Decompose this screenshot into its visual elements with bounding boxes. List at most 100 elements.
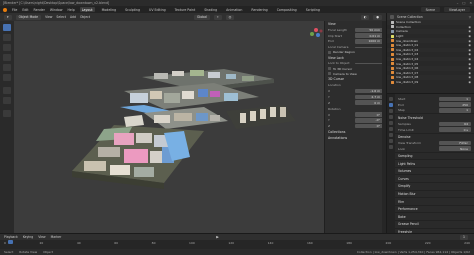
- visibility-eye-icon[interactable]: ◉: [468, 48, 471, 52]
- list-item[interactable]: low_district_09 ◉: [387, 80, 474, 85]
- start-field[interactable]: 1: [439, 96, 471, 102]
- view-menu-timeline[interactable]: View: [38, 235, 45, 239]
- cursor-icon[interactable]: [3, 34, 11, 41]
- 3d-viewport[interactable]: [14, 21, 324, 233]
- local-camera-field[interactable]: [355, 46, 383, 48]
- visibility-eye-icon[interactable]: ◉: [468, 62, 471, 66]
- add-cube-icon[interactable]: [3, 110, 11, 117]
- playback-menu[interactable]: Playback: [4, 235, 18, 239]
- tab-modeling[interactable]: Modeling: [100, 7, 119, 12]
- annotate-icon[interactable]: [3, 87, 11, 94]
- add-menu[interactable]: Add: [70, 15, 76, 19]
- output-tab-icon[interactable]: [389, 109, 393, 113]
- mode-selector[interactable]: Object Mode: [15, 14, 42, 20]
- move-icon[interactable]: [3, 44, 11, 51]
- tab-texture-paint[interactable]: Texture Paint: [173, 7, 198, 12]
- transform-icon[interactable]: [3, 74, 11, 81]
- section-bake[interactable]: Bake: [395, 212, 474, 220]
- section-sampling[interactable]: Sampling: [395, 151, 474, 160]
- time-limit-field[interactable]: 0 s: [439, 127, 471, 132]
- object-menu[interactable]: Object: [80, 15, 90, 19]
- section-volumes[interactable]: Volumes: [395, 166, 474, 175]
- menu-window[interactable]: Window: [50, 8, 63, 12]
- visibility-eye-icon[interactable]: ◉: [468, 71, 471, 75]
- visibility-eye-icon[interactable]: ◉: [468, 57, 471, 61]
- samples-field[interactable]: 64: [439, 121, 471, 127]
- menu-file[interactable]: File: [12, 8, 17, 12]
- scene-tab-icon[interactable]: [389, 121, 393, 125]
- menu-help[interactable]: Help: [67, 8, 74, 12]
- editor-type-button[interactable]: ▾: [4, 14, 12, 20]
- outliner-editor-icon[interactable]: [390, 14, 394, 19]
- proportional-edit-icon[interactable]: ◎: [225, 14, 235, 20]
- tab-scripting[interactable]: Scripting: [304, 7, 322, 12]
- view-layer-tab-icon[interactable]: [389, 115, 393, 119]
- section-light-paths[interactable]: Light Paths: [395, 159, 474, 167]
- look-select[interactable]: None: [439, 146, 471, 152]
- world-tab-icon[interactable]: [389, 127, 393, 131]
- maximize-icon[interactable]: □: [462, 1, 465, 5]
- visibility-eye-icon[interactable]: ◉: [468, 75, 471, 79]
- clip-start-field[interactable]: 0.01 m: [355, 33, 383, 38]
- section-grease-pencil[interactable]: Grease Pencil: [395, 220, 474, 228]
- visibility-eye-icon[interactable]: ◉: [468, 29, 471, 33]
- view-layer-selector[interactable]: ViewLayer: [444, 7, 470, 12]
- material-tab-icon[interactable]: [389, 145, 393, 149]
- cursor-rot-z-field[interactable]: 0°: [355, 123, 383, 129]
- section-denoise[interactable]: Denoise: [395, 132, 474, 141]
- navigation-gizmo[interactable]: [308, 24, 324, 42]
- visibility-eye-icon[interactable]: ◉: [468, 52, 471, 56]
- section-film[interactable]: Film: [395, 197, 474, 205]
- view-menu[interactable]: View: [45, 15, 52, 19]
- scale-icon[interactable]: [3, 64, 11, 71]
- tab-sculpting[interactable]: Sculpting: [123, 7, 142, 12]
- visibility-eye-icon[interactable]: ◉: [468, 80, 471, 84]
- visibility-eye-icon[interactable]: ◉: [468, 39, 471, 43]
- end-field[interactable]: 250: [439, 102, 471, 107]
- lock-object-field[interactable]: [355, 63, 383, 64]
- menu-edit[interactable]: Edit: [22, 8, 28, 12]
- render-tab-icon[interactable]: [389, 103, 393, 107]
- scene-selector[interactable]: Scene: [420, 7, 441, 12]
- filter-icon[interactable]: ▽: [469, 15, 471, 19]
- modifier-tab-icon[interactable]: [389, 139, 393, 143]
- tab-compositing[interactable]: Compositing: [275, 7, 299, 12]
- focal-length-field[interactable]: 50 mm: [355, 27, 383, 33]
- object-tab-icon[interactable]: [389, 133, 393, 137]
- measure-icon[interactable]: [3, 97, 11, 104]
- annotations-header[interactable]: Annotations: [325, 135, 386, 141]
- shading-solid-icon[interactable]: ●: [373, 14, 382, 20]
- menu-render[interactable]: Render: [34, 8, 45, 12]
- cursor-rot-y-field[interactable]: -0°: [355, 118, 383, 123]
- close-icon[interactable]: ✕: [469, 1, 472, 5]
- cursor-z-field[interactable]: 0 m: [355, 100, 383, 106]
- tab-animation[interactable]: Animation: [224, 7, 244, 12]
- timeline-ruler[interactable]: 0 20 40 60 80 100 120 140 160 180 200 22…: [4, 241, 470, 249]
- select-menu[interactable]: Select: [56, 15, 66, 19]
- section-performance[interactable]: Performance: [395, 204, 474, 213]
- current-frame-field[interactable]: 1: [460, 234, 468, 240]
- tab-shading[interactable]: Shading: [202, 7, 219, 12]
- section-noise-threshold[interactable]: Noise Threshold: [395, 113, 474, 121]
- tab-rendering[interactable]: Rendering: [249, 7, 269, 12]
- visibility-eye-icon[interactable]: ◉: [468, 34, 471, 38]
- clip-end-field[interactable]: 1000 m: [355, 39, 383, 44]
- view-transform-select[interactable]: Filmic: [439, 140, 471, 146]
- visibility-eye-icon[interactable]: ◉: [468, 43, 471, 47]
- rotate-icon[interactable]: [3, 54, 11, 61]
- snap-icon[interactable]: ⌖: [213, 14, 222, 20]
- tab-layout[interactable]: Layout: [79, 7, 95, 12]
- section-simplify[interactable]: Simplify: [395, 182, 474, 190]
- minimize-icon[interactable]: –: [457, 1, 459, 5]
- tab-uv-editing[interactable]: UV Editing: [147, 7, 168, 12]
- step-field[interactable]: 1: [439, 108, 471, 113]
- section-curves[interactable]: Curves: [395, 174, 474, 182]
- section-motion-blur[interactable]: Motion Blur: [395, 189, 474, 198]
- tool-tab-icon[interactable]: [389, 97, 393, 101]
- overlays-icon[interactable]: ◐: [360, 14, 370, 20]
- visibility-eye-icon[interactable]: ◉: [468, 66, 471, 70]
- cursor-y-field[interactable]: 2.7 m: [355, 94, 383, 100]
- play-icon[interactable]: ▶: [216, 235, 219, 239]
- select-box-icon[interactable]: [3, 24, 11, 31]
- cursor-x-field[interactable]: -1.6 m: [355, 88, 383, 94]
